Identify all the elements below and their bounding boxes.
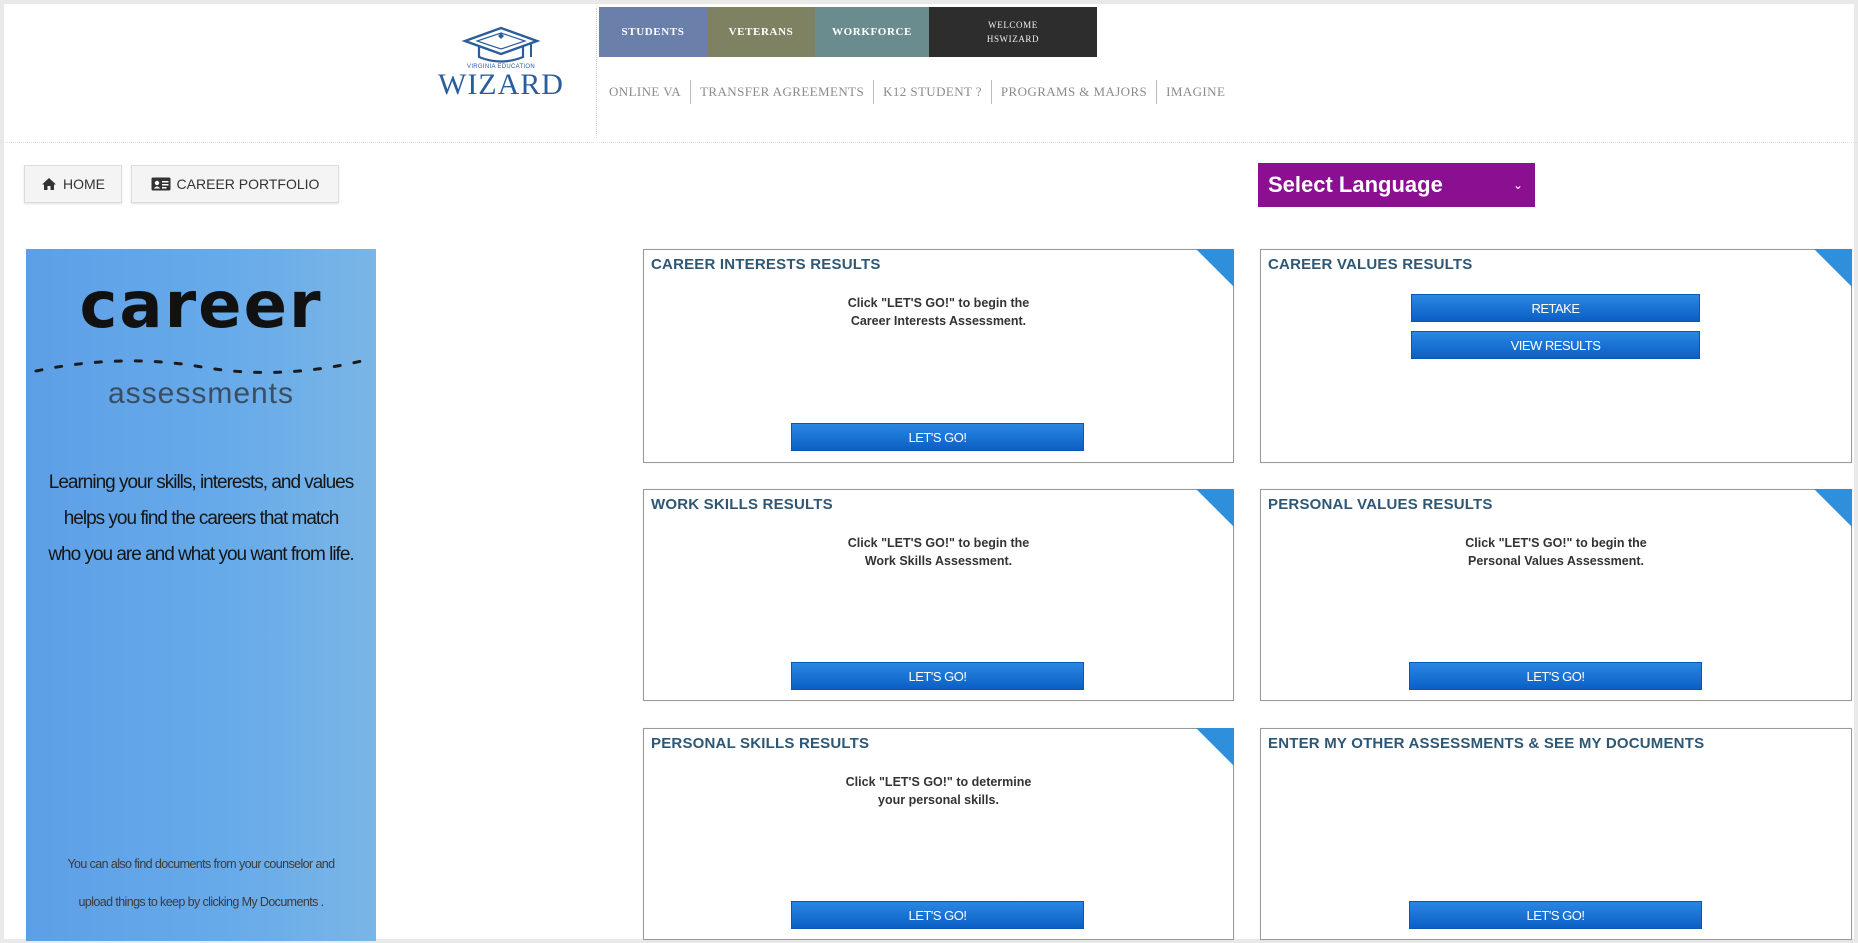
lets-go-button[interactable]: LET'S GO! <box>1409 662 1702 690</box>
corner-accent <box>1814 489 1852 527</box>
home-button[interactable]: HOME <box>24 165 122 203</box>
site-logo[interactable]: Virginia Education WIZARD <box>436 24 566 110</box>
language-select[interactable]: Select Language ⌄ <box>1258 163 1535 207</box>
card-title: ENTER MY OTHER ASSESSMENTS & SEE MY DOCU… <box>1268 735 1705 752</box>
other-assessments-card: ENTER MY OTHER ASSESSMENTS & SEE MY DOCU… <box>1260 728 1852 940</box>
banner-description-line: helps you find the careers that match <box>63 508 340 529</box>
card-message-line: Click "LET'S GO!" to begin the <box>847 536 1030 550</box>
card-title: CAREER INTERESTS RESULTS <box>651 256 881 273</box>
card-message-line: Click "LET'S GO!" to begin the <box>1465 536 1647 550</box>
card-message: Click "LET'S GO!" to begin the Work Skil… <box>644 534 1233 570</box>
card-message-line: Click "LET'S GO!" to begin the <box>847 296 1030 310</box>
graduation-cap-icon <box>461 26 541 63</box>
card-message-line: Work Skills Assessment. <box>864 554 1013 568</box>
lets-go-button[interactable]: LET'S GO! <box>791 423 1084 451</box>
banner-footnote: You can also find documents from your co… <box>26 845 376 921</box>
card-message-line: Click "LET'S GO!" to determine <box>845 775 1032 789</box>
nav-online-va[interactable]: ONLINE VA <box>609 80 692 104</box>
banner-footnote-line: upload things to keep by clicking My Doc… <box>78 895 325 909</box>
banner-footnote-line: You can also find documents from your co… <box>67 857 335 871</box>
sub-nav: ONLINE VA TRANSFER AGREEMENTS K12 STUDEN… <box>609 80 1234 104</box>
welcome-user-menu[interactable]: WELCOME HSWIZARD <box>929 7 1097 57</box>
corner-accent <box>1196 728 1234 766</box>
banner-description-line: Learning your skills, interests, and val… <box>48 472 354 493</box>
welcome-label: WELCOME <box>988 20 1038 30</box>
corner-accent <box>1196 489 1234 527</box>
career-interests-card: CAREER INTERESTS RESULTS Click "LET'S GO… <box>643 249 1234 463</box>
username-label: HSWIZARD <box>986 34 1040 44</box>
card-message: Click "LET'S GO!" to begin the Personal … <box>1261 534 1851 570</box>
personal-values-card: PERSONAL VALUES RESULTS Click "LET'S GO!… <box>1260 489 1852 701</box>
language-select-label: Select Language <box>1268 172 1443 197</box>
corner-accent <box>1196 249 1234 287</box>
tab-veterans[interactable]: VETERANS <box>707 7 815 57</box>
chevron-down-icon: ⌄ <box>1512 178 1523 192</box>
tab-students[interactable]: STUDENTS <box>599 7 707 57</box>
banner-title: career <box>79 269 323 343</box>
card-message: Click "LET'S GO!" to begin the Career In… <box>644 294 1233 330</box>
header-divider <box>596 8 597 138</box>
nav-k12-student[interactable]: K12 STUDENT ? <box>874 80 992 104</box>
card-title: WORK SKILLS RESULTS <box>651 496 833 513</box>
view-results-button[interactable]: VIEW RESULTS <box>1411 331 1700 359</box>
card-title: CAREER VALUES RESULTS <box>1268 256 1473 273</box>
card-message-line: Personal Values Assessment. <box>1467 554 1645 568</box>
id-card-icon <box>151 177 171 191</box>
home-label: HOME <box>63 176 105 192</box>
nav-programs-majors[interactable]: PROGRAMS & MAJORS <box>992 80 1158 104</box>
nav-imagine[interactable]: IMAGINE <box>1157 80 1234 104</box>
tab-workforce[interactable]: WORKFORCE <box>815 7 929 57</box>
card-title: PERSONAL VALUES RESULTS <box>1268 496 1493 513</box>
site-header: Virginia Education WIZARD STUDENTS VETER… <box>0 0 1858 143</box>
career-assessments-banner: career assessments Learning your skills,… <box>26 249 376 941</box>
logo-wordmark: WIZARD <box>438 68 564 101</box>
personal-skills-card: PERSONAL SKILLS RESULTS Click "LET'S GO!… <box>643 728 1234 940</box>
corner-accent <box>1814 249 1852 287</box>
retake-button[interactable]: RETAKE <box>1411 294 1700 322</box>
career-portfolio-label: CAREER PORTFOLIO <box>176 176 320 192</box>
card-title: PERSONAL SKILLS RESULTS <box>651 735 870 752</box>
career-portfolio-button[interactable]: CAREER PORTFOLIO <box>131 165 339 203</box>
banner-description-line: who you are and what you want from life. <box>48 544 354 565</box>
home-icon <box>42 178 56 190</box>
card-message-line: your personal skills. <box>878 793 999 807</box>
career-values-card: CAREER VALUES RESULTS RETAKE VIEW RESULT… <box>1260 249 1852 463</box>
lets-go-button[interactable]: LET'S GO! <box>791 662 1084 690</box>
lets-go-button[interactable]: LET'S GO! <box>791 901 1084 929</box>
card-message: Click "LET'S GO!" to determine your pers… <box>644 773 1233 809</box>
decorative-dotted-wave <box>34 357 372 374</box>
top-nav: STUDENTS VETERANS WORKFORCE WELCOME HSWI… <box>599 7 1097 57</box>
card-message-line: Career Interests Assessment. <box>850 314 1027 328</box>
nav-transfer-agreements[interactable]: TRANSFER AGREEMENTS <box>691 80 875 104</box>
work-skills-card: WORK SKILLS RESULTS Click "LET'S GO!" to… <box>643 489 1234 701</box>
banner-description: Learning your skills, interests, and val… <box>26 465 376 573</box>
banner-subtitle: assessments <box>107 377 295 410</box>
lets-go-button[interactable]: LET'S GO! <box>1409 901 1702 929</box>
